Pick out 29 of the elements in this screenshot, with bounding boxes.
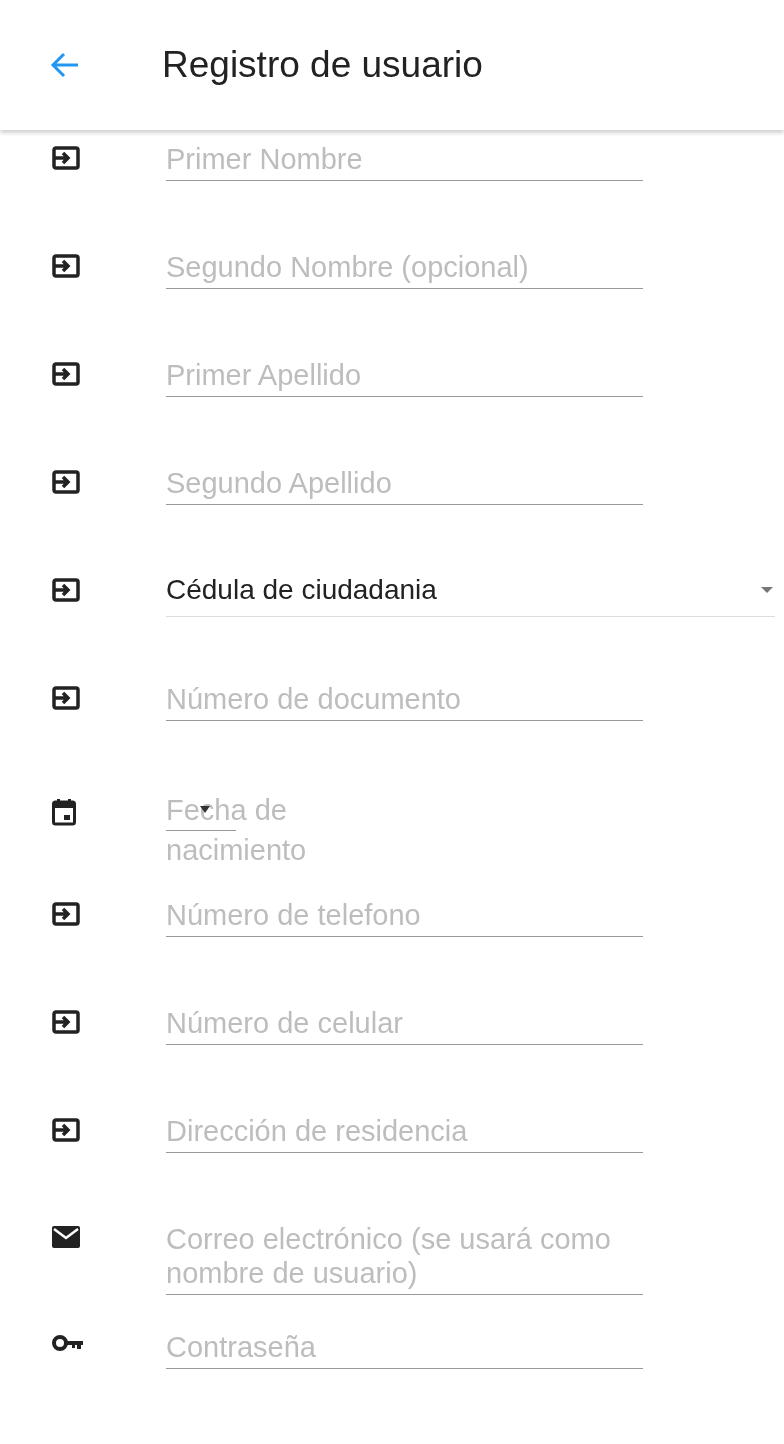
input-field[interactable]: Segundo Nombre (opcional)	[166, 250, 643, 289]
key-icon	[52, 1334, 84, 1352]
input-field[interactable]: Dirección de residencia	[166, 1114, 643, 1153]
input-icon	[52, 902, 80, 926]
input-icon	[52, 362, 80, 386]
input-icon	[52, 1010, 80, 1034]
input-field[interactable]: Número de telefono	[166, 898, 643, 937]
input-icon	[52, 470, 80, 494]
input-icon	[52, 1118, 80, 1142]
dropdown-caret-icon	[761, 587, 773, 593]
dropdown-caret-icon	[200, 806, 210, 813]
back-button[interactable]	[50, 52, 80, 78]
back-arrow-icon	[50, 52, 80, 78]
input-field[interactable]: Número de celular	[166, 1006, 643, 1045]
input-icon	[52, 146, 80, 170]
input-field[interactable]: Contraseña	[166, 1330, 643, 1369]
input-field[interactable]: Primer Apellido	[166, 358, 643, 397]
document-type-dropdown[interactable]: Cédula de ciudadania	[166, 574, 775, 617]
input-field[interactable]: Correo electrónico (se usará como nombre de usuario)	[166, 1222, 643, 1295]
input-field[interactable]: Segundo Apellido	[166, 466, 643, 505]
calendar-icon	[52, 798, 76, 826]
input-field[interactable]: Número de documento	[166, 682, 643, 721]
input-field[interactable]: Primer Nombre	[166, 142, 643, 181]
mail-icon	[52, 1226, 80, 1248]
input-icon	[52, 578, 80, 602]
input-icon	[52, 254, 80, 278]
date-field[interactable]: Fecha de nacimiento	[166, 790, 356, 870]
page-title: Registro de usuario	[162, 44, 483, 86]
input-icon	[52, 686, 80, 710]
